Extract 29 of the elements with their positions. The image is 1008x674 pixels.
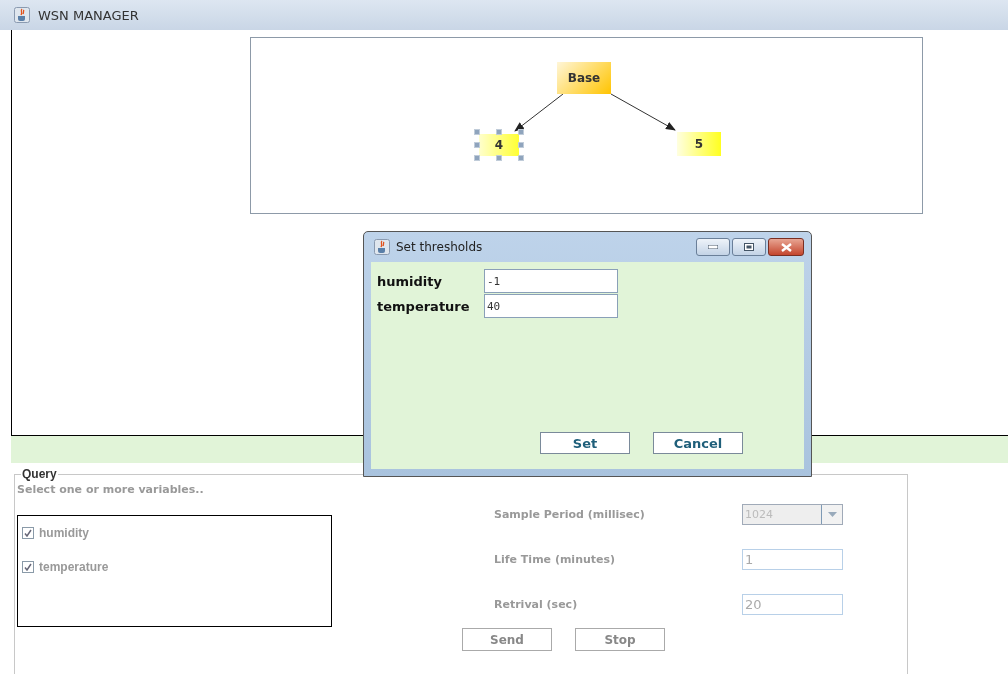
setting-label: Retrival (sec) [494, 598, 579, 611]
coffee-cup-icon [374, 239, 390, 255]
caret-icon [827, 512, 837, 517]
sensor-node[interactable]: 5 [677, 132, 721, 156]
set-button[interactable]: Set [540, 432, 630, 454]
close-icon [780, 242, 792, 252]
checkbox-label: humidity [39, 526, 89, 540]
setting-label: Sample Period (millisec) [494, 508, 646, 521]
coffee-cup-icon [14, 7, 30, 23]
close-button[interactable] [768, 238, 804, 256]
base-node[interactable]: Base [557, 62, 611, 94]
minimize-button[interactable] [696, 238, 730, 256]
query-legend: Query [21, 467, 58, 481]
minimize-icon [708, 245, 718, 249]
edge-arrow [610, 93, 676, 131]
field-label: temperature [377, 298, 471, 314]
dialog-title: Set thresholds [396, 240, 483, 254]
edge-arrow [514, 93, 564, 132]
maximize-button[interactable] [732, 238, 766, 256]
cancel-button[interactable]: Cancel [653, 432, 743, 454]
setting-label: Life Time (minutes) [494, 553, 617, 566]
input-field[interactable]: 40 [484, 294, 618, 318]
sensor-node[interactable]: 4 [474, 129, 524, 161]
hint-text: Select one or more variables.. [17, 483, 205, 496]
window-title: WSN MANAGER [38, 7, 139, 23]
input-field[interactable]: -1 [484, 269, 618, 293]
field-label: humidity [377, 273, 443, 289]
checkbox-label: temperature [39, 560, 109, 574]
maximize-icon [744, 243, 754, 251]
